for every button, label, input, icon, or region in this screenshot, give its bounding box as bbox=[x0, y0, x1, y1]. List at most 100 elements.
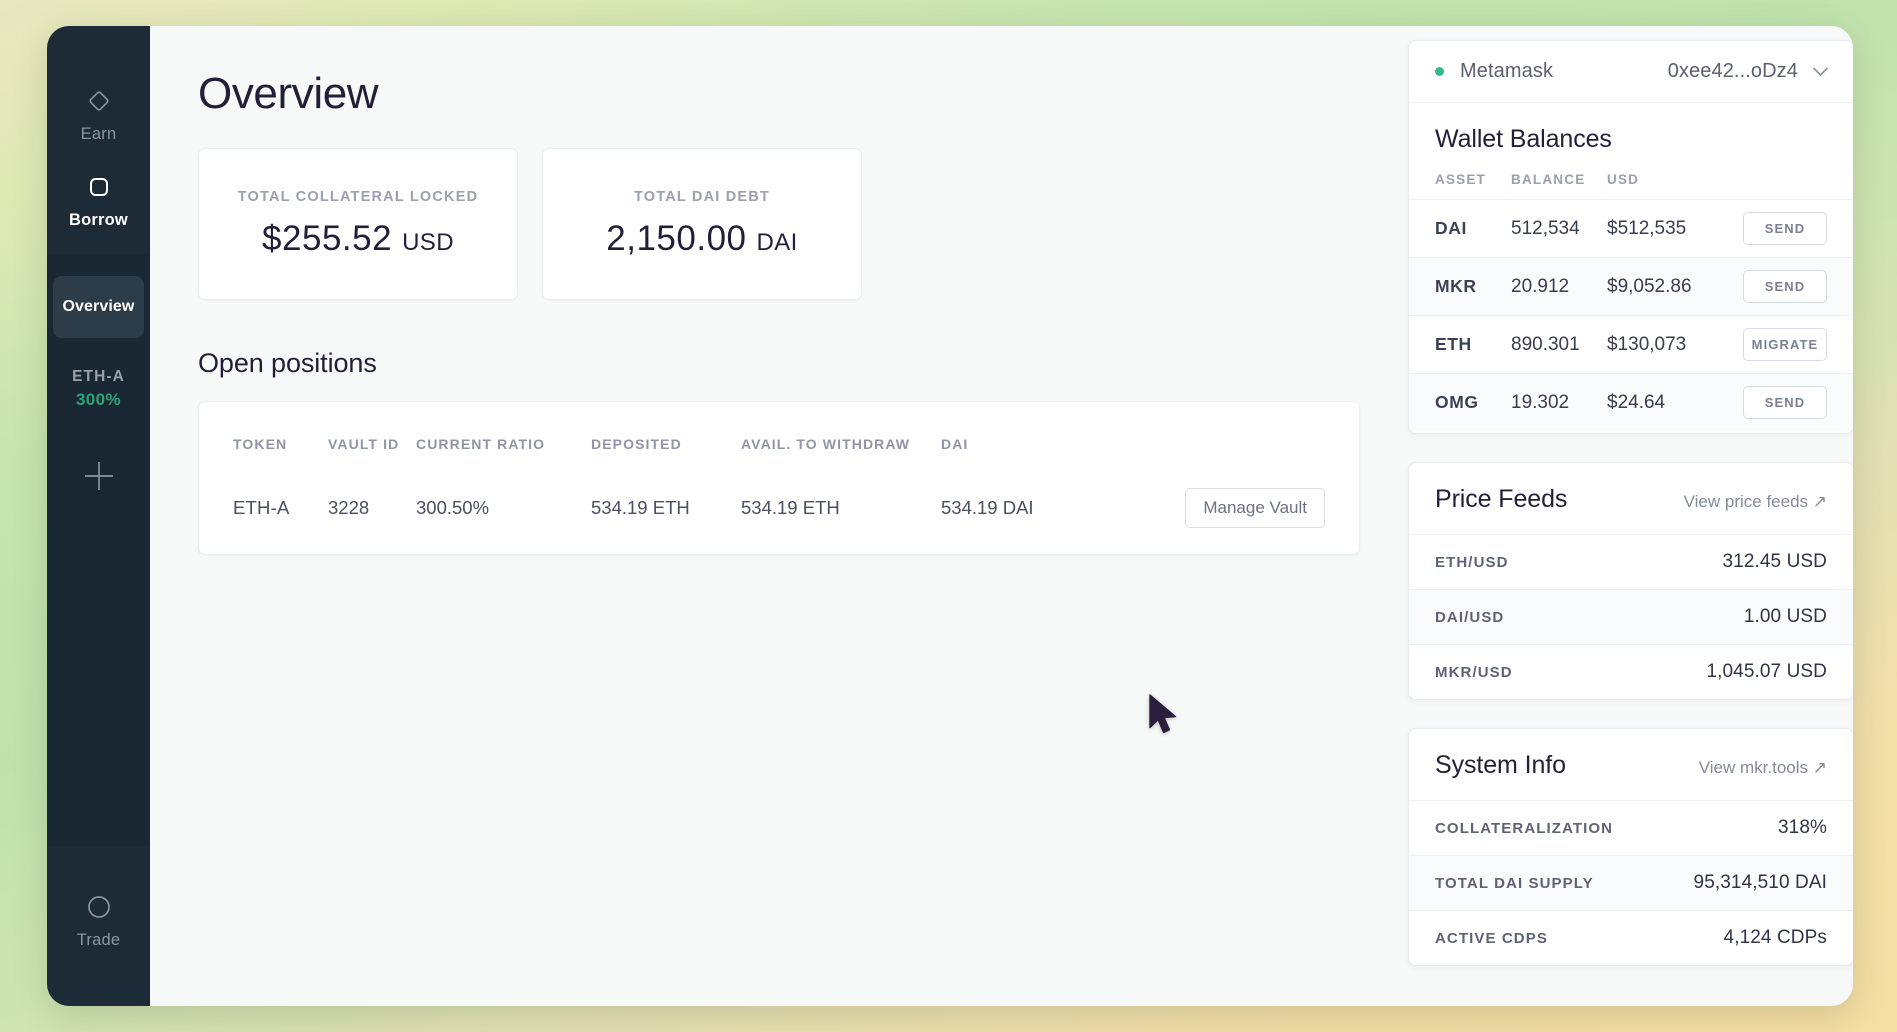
app-window: Earn Borrow Overview ETH-A 300% Trade Ov… bbox=[47, 26, 1853, 1006]
wb-asset: ETH bbox=[1435, 334, 1472, 354]
cell-deposited: 534.19 ETH bbox=[591, 497, 690, 518]
list-item: OMG 19.302 $24.64 SEND bbox=[1409, 373, 1853, 431]
stat-unit-total-dai-debt: DAI bbox=[756, 229, 798, 256]
wb-asset: DAI bbox=[1435, 218, 1467, 238]
cell-avail-to-withdraw: 534.19 ETH bbox=[741, 497, 840, 518]
stat-label-total-collateral: TOTAL COLLATERAL LOCKED bbox=[237, 189, 479, 205]
system-info-key: TOTAL DAI SUPPLY bbox=[1435, 874, 1594, 892]
stat-card-total-dai-debt: TOTAL DAI DEBT 2,150.00 DAI bbox=[542, 148, 862, 300]
wb-usd: $9,052.86 bbox=[1607, 275, 1692, 297]
sidebar-item-earn[interactable]: Earn bbox=[47, 74, 150, 160]
col-header-avail-to-withdraw: AVAIL. TO WITHDRAW bbox=[741, 436, 911, 452]
sidebar-item-borrow[interactable]: Borrow bbox=[47, 160, 150, 246]
cell-actions: Manage Vault bbox=[1121, 488, 1325, 528]
sidebar-item-overview[interactable]: Overview bbox=[53, 276, 144, 338]
add-vault-button[interactable] bbox=[77, 456, 121, 500]
system-info-value: 95,314,510 DAI bbox=[1693, 872, 1827, 893]
sidebar-borrow-subnav: Overview ETH-A 300% bbox=[47, 254, 150, 846]
stat-label-total-dai-debt: TOTAL DAI DEBT bbox=[633, 189, 771, 205]
wallet-balances-column-headers: ASSET BALANCE USD bbox=[1435, 154, 1827, 191]
wallet-status-dot bbox=[1435, 67, 1444, 76]
table-header-row: TOKEN VAULT ID CURRENT RATIO DEPOSITED A… bbox=[233, 436, 1325, 488]
price-feed-key: ETH/USD bbox=[1435, 553, 1509, 571]
list-item: ETH/USD 312.45 USD bbox=[1409, 534, 1853, 589]
stat-number-total-collateral: $255.52 bbox=[262, 219, 393, 258]
col-header-dai: DAI bbox=[941, 436, 969, 452]
price-feed-value: 312.45 USD bbox=[1722, 551, 1827, 572]
wb-col-balance: BALANCE bbox=[1511, 172, 1586, 187]
main-content: Overview TOTAL COLLATERAL LOCKED $255.52… bbox=[150, 26, 1853, 1006]
price-feeds-rows: ETH/USD 312.45 USD DAI/USD 1.00 USD MKR/… bbox=[1409, 522, 1853, 699]
col-header-deposited: DEPOSITED bbox=[591, 436, 682, 452]
col-header-vault-id: VAULT ID bbox=[328, 436, 400, 452]
wallet-address: 0xee42...oDz4 bbox=[1667, 60, 1798, 82]
system-info-title-row: System Info View mkr.tools ↗ bbox=[1435, 751, 1827, 780]
sidebar-vault-name: ETH-A bbox=[72, 368, 125, 385]
wallet-migrate-button[interactable]: MIGRATE bbox=[1743, 328, 1827, 361]
stat-value-total-collateral: $255.52 USD bbox=[262, 219, 454, 259]
sidebar-vault-eth-a[interactable]: ETH-A 300% bbox=[72, 368, 125, 410]
price-feeds-title-row: Price Feeds View price feeds ↗ bbox=[1435, 485, 1827, 514]
system-info-panel: System Info View mkr.tools ↗ COLLATERALI… bbox=[1408, 728, 1853, 966]
wb-asset: MKR bbox=[1435, 276, 1477, 296]
price-feeds-title: Price Feeds bbox=[1435, 485, 1568, 513]
sidebar-item-label-earn: Earn bbox=[80, 125, 117, 143]
sidebar-item-label-overview: Overview bbox=[62, 298, 135, 315]
list-item: DAI/USD 1.00 USD bbox=[1409, 589, 1853, 644]
wb-balance: 512,534 bbox=[1511, 217, 1580, 239]
wallet-send-button[interactable]: SEND bbox=[1743, 386, 1827, 419]
cell-token: ETH-A bbox=[233, 497, 290, 518]
wb-col-usd: USD bbox=[1607, 172, 1640, 187]
table-body: ETH-A 3228 300.50% 534.19 ETH 534.19 ETH… bbox=[233, 488, 1325, 528]
system-info-value: 4,124 CDPs bbox=[1723, 927, 1827, 948]
wallet-balances-header: Wallet Balances ASSET BALANCE USD bbox=[1409, 103, 1853, 199]
wb-balance: 19.302 bbox=[1511, 391, 1570, 413]
price-feeds-panel: Price Feeds View price feeds ↗ ETH/USD 3… bbox=[1408, 462, 1853, 700]
stat-value-total-dai-debt: 2,150.00 DAI bbox=[606, 219, 797, 259]
list-item: ACTIVE CDPS 4,124 CDPs bbox=[1409, 910, 1853, 965]
system-info-key: COLLATERALIZATION bbox=[1435, 819, 1614, 837]
table-head: TOKEN VAULT ID CURRENT RATIO DEPOSITED A… bbox=[233, 436, 1325, 488]
list-item: MKR/USD 1,045.07 USD bbox=[1409, 644, 1853, 699]
sidebar-top-group: Earn Borrow bbox=[47, 26, 150, 246]
price-feed-value: 1.00 USD bbox=[1743, 606, 1827, 627]
diamond-icon bbox=[84, 86, 114, 116]
price-feed-key: MKR/USD bbox=[1435, 663, 1513, 681]
wb-usd: $130,073 bbox=[1607, 333, 1687, 355]
col-header-actions bbox=[1121, 436, 1325, 488]
col-header-current-ratio: CURRENT RATIO bbox=[416, 436, 546, 452]
price-feeds-header: Price Feeds View price feeds ↗ bbox=[1409, 463, 1853, 522]
cell-dai: 534.19 DAI bbox=[941, 497, 1034, 518]
wb-usd: $24.64 bbox=[1607, 391, 1666, 413]
wallet-balances-title: Wallet Balances bbox=[1435, 125, 1612, 153]
wb-balance: 890.301 bbox=[1511, 333, 1580, 355]
cell-vault-id: 3228 bbox=[328, 497, 370, 518]
table-row: ETH-A 3228 300.50% 534.19 ETH 534.19 ETH… bbox=[233, 488, 1325, 528]
circle-icon bbox=[84, 892, 114, 922]
sidebar-item-trade[interactable]: Trade bbox=[77, 880, 121, 966]
view-price-feeds-link[interactable]: View price feeds ↗ bbox=[1684, 492, 1827, 512]
view-mkr-tools-link[interactable]: View mkr.tools ↗ bbox=[1699, 758, 1827, 778]
wallet-send-button[interactable]: SEND bbox=[1743, 270, 1827, 303]
stat-number-total-dai-debt: 2,150.00 bbox=[606, 219, 747, 258]
stat-card-total-collateral: TOTAL COLLATERAL LOCKED $255.52 USD bbox=[198, 148, 518, 300]
plus-icon bbox=[79, 456, 119, 501]
wb-balance: 20.912 bbox=[1511, 275, 1570, 297]
wallet-send-button[interactable]: SEND bbox=[1743, 212, 1827, 245]
manage-vault-button[interactable]: Manage Vault bbox=[1185, 488, 1325, 528]
wallet-provider-name: Metamask bbox=[1460, 60, 1554, 82]
stat-unit-total-collateral: USD bbox=[402, 229, 454, 256]
wallet-panel: Metamask 0xee42...oDz4 Wallet Balances A… bbox=[1408, 40, 1853, 434]
chevron-down-icon bbox=[1812, 66, 1829, 77]
wallet-balances-rows: DAI 512,534 $512,535 SEND MKR 20.912 $9,… bbox=[1409, 199, 1853, 433]
system-info-rows: COLLATERALIZATION 318% TOTAL DAI SUPPLY … bbox=[1409, 788, 1853, 965]
wb-asset: OMG bbox=[1435, 392, 1479, 412]
list-item: MKR 20.912 $9,052.86 SEND bbox=[1409, 257, 1853, 315]
wb-col-asset: ASSET bbox=[1435, 172, 1487, 187]
wallet-selector[interactable]: Metamask 0xee42...oDz4 bbox=[1409, 41, 1853, 103]
list-item: DAI 512,534 $512,535 SEND bbox=[1409, 199, 1853, 257]
wb-usd: $512,535 bbox=[1607, 217, 1687, 239]
open-positions-table: TOKEN VAULT ID CURRENT RATIO DEPOSITED A… bbox=[233, 436, 1325, 528]
col-header-token: TOKEN bbox=[233, 436, 288, 452]
price-feed-value: 1,045.07 USD bbox=[1706, 661, 1827, 682]
